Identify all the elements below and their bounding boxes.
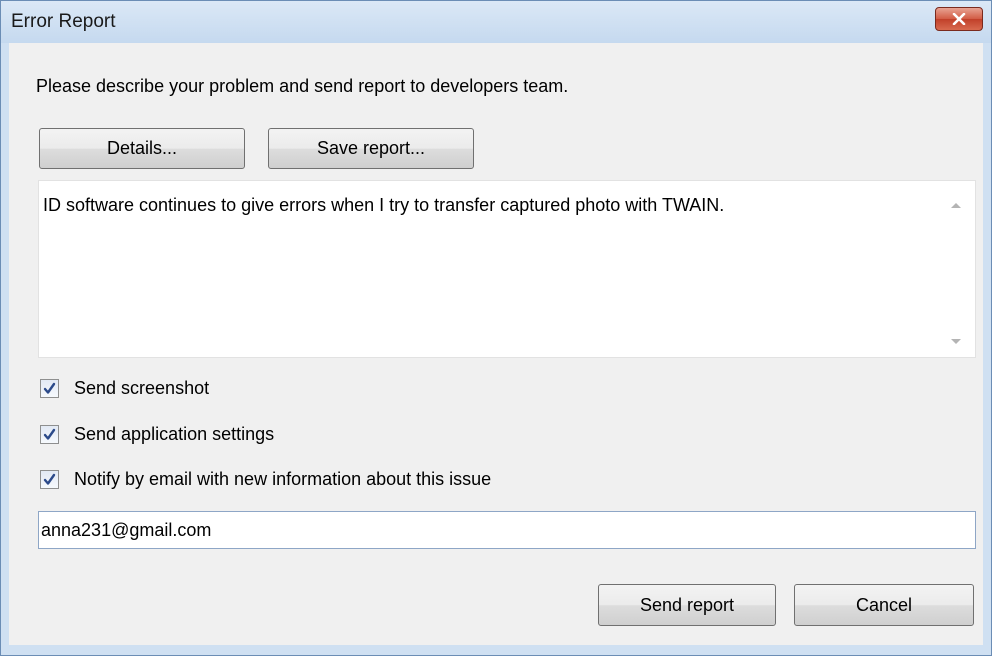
save-report-button[interactable]: Save report... — [268, 128, 474, 169]
checkmark-icon — [43, 428, 56, 440]
close-icon — [952, 13, 966, 25]
problem-description-textarea[interactable]: ID software continues to give errors whe… — [38, 180, 976, 358]
checkmark-icon — [43, 473, 56, 485]
send-application-settings-checkbox[interactable]: Send application settings — [40, 422, 274, 446]
notify-by-email-label: Notify by email with new information abo… — [74, 468, 492, 489]
email-field[interactable] — [38, 511, 976, 549]
details-button[interactable]: Details... — [39, 128, 245, 169]
send-screenshot-label: Send screenshot — [74, 377, 210, 398]
notify-by-email-checkbox[interactable]: Notify by email with new information abo… — [40, 467, 491, 491]
send-report-button[interactable]: Send report — [598, 584, 776, 626]
checkbox-box[interactable] — [40, 424, 59, 444]
problem-description-text: ID software continues to give errors whe… — [43, 195, 725, 215]
checkmark-icon — [43, 382, 56, 394]
checkbox-box[interactable] — [40, 469, 59, 489]
description-text: Please describe your problem and send re… — [36, 76, 569, 96]
title-bar[interactable]: Error Report — [1, 1, 991, 43]
scroll-down-arrow-icon[interactable] — [951, 339, 961, 344]
close-button[interactable] — [935, 7, 983, 31]
vertical-scrollbar[interactable] — [941, 181, 975, 357]
send-application-settings-label: Send application settings — [74, 423, 275, 444]
send-screenshot-checkbox[interactable]: Send screenshot — [40, 376, 209, 400]
window-title: Error Report — [11, 11, 116, 32]
checkbox-box[interactable] — [40, 378, 59, 398]
cancel-button[interactable]: Cancel — [794, 584, 974, 626]
scroll-up-arrow-icon[interactable] — [951, 203, 961, 208]
